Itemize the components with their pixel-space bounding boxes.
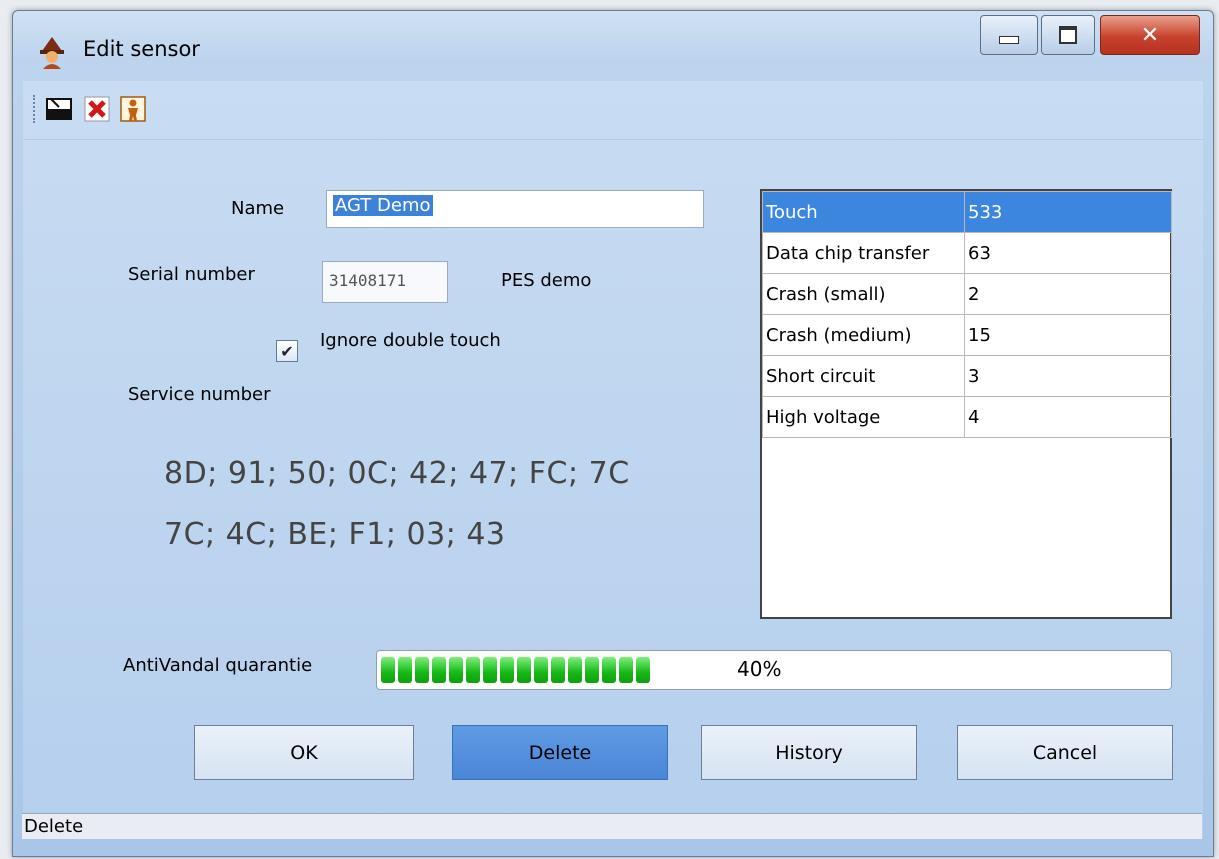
stats-row-name: Short circuit: [762, 355, 965, 397]
window-title: Edit sensor: [83, 37, 200, 61]
progress-segment: [636, 657, 650, 683]
progress-segment: [602, 657, 616, 683]
progress-segment: [619, 657, 633, 683]
status-text: Delete: [24, 816, 84, 837]
stats-row[interactable]: Crash (medium) 15: [762, 314, 1172, 356]
cancel-button[interactable]: Cancel: [957, 725, 1173, 780]
progress-segment: [534, 657, 548, 683]
stats-row-value: 15: [964, 314, 1172, 356]
history-button[interactable]: History: [701, 725, 917, 780]
status-bar: Delete: [22, 813, 1202, 839]
antivandal-label: AntiVandal quarantie: [123, 655, 313, 676]
stats-row[interactable]: High voltage 4: [762, 396, 1172, 438]
service-number-line-2: 7C; 4C; BE; F1; 03; 43: [164, 517, 506, 552]
stats-row-value: 2: [964, 273, 1172, 315]
stats-row-value: 63: [964, 232, 1172, 274]
progress-segment: [381, 657, 395, 683]
name-input-value: AGT Demo: [333, 195, 433, 216]
stats-row[interactable]: Data chip transfer 63: [762, 232, 1172, 274]
progress-segment: [585, 657, 599, 683]
stats-row-name: Touch: [762, 191, 965, 233]
maximize-icon: [1059, 26, 1077, 44]
close-icon: ✕: [1140, 22, 1160, 48]
app-wizard-icon: [40, 37, 64, 69]
check-icon: ✔: [280, 341, 294, 361]
stats-row-value: 3: [964, 355, 1172, 397]
progress-segment: [568, 657, 582, 683]
antivandal-progress-bar: 40%: [376, 650, 1172, 690]
progress-segment: [415, 657, 429, 683]
service-number-line-1: 8D; 91; 50; 0C; 42; 47; FC; 7C: [164, 456, 630, 491]
serial-number-field[interactable]: 31408171: [322, 261, 448, 303]
stats-table: Touch 533 Data chip transfer 63 Crash (small…: [762, 191, 1172, 438]
stats-row-name: Data chip transfer: [762, 232, 965, 274]
stats-row-value: 4: [964, 396, 1172, 438]
stats-row[interactable]: Crash (small) 2: [762, 273, 1172, 315]
serial-type-label: PES demo: [501, 270, 592, 291]
progress-segment: [517, 657, 531, 683]
progress-fill: [381, 657, 650, 683]
stats-row-name: High voltage: [762, 396, 965, 438]
ignore-double-touch-label: Ignore double touch: [320, 330, 501, 351]
minimize-icon: [999, 36, 1019, 44]
serial-number-label: Serial number: [128, 264, 255, 285]
maximize-button[interactable]: [1041, 15, 1095, 55]
ok-button[interactable]: OK: [194, 725, 414, 780]
progress-segment: [432, 657, 446, 683]
service-number-label: Service number: [128, 384, 271, 405]
progress-segment: [398, 657, 412, 683]
stats-row[interactable]: Touch 533: [762, 191, 1172, 233]
stats-row-value: 533: [964, 191, 1172, 233]
progress-segment: [449, 657, 463, 683]
ignore-double-touch-checkbox[interactable]: ✔: [276, 340, 298, 362]
delete-button[interactable]: Delete: [452, 725, 668, 780]
progress-text: 40%: [737, 657, 782, 681]
minimize-button[interactable]: [980, 15, 1038, 55]
stats-row-name: Crash (small): [762, 273, 965, 315]
sensor-stats-list[interactable]: Touch 533 Data chip transfer 63 Crash (small…: [760, 189, 1172, 619]
progress-segment: [551, 657, 565, 683]
progress-segment: [500, 657, 514, 683]
progress-segment: [466, 657, 480, 683]
name-label: Name: [231, 198, 285, 219]
progress-segment: [483, 657, 497, 683]
stats-row[interactable]: Short circuit 3: [762, 355, 1172, 397]
stats-row-name: Crash (medium): [762, 314, 965, 356]
name-input[interactable]: AGT Demo: [326, 190, 704, 228]
title-bar[interactable]: Edit sensor ✕: [13, 11, 1213, 81]
close-button[interactable]: ✕: [1100, 15, 1200, 55]
form-layer: Name AGT Demo Serial number 31408171 PES…: [22, 80, 1202, 839]
